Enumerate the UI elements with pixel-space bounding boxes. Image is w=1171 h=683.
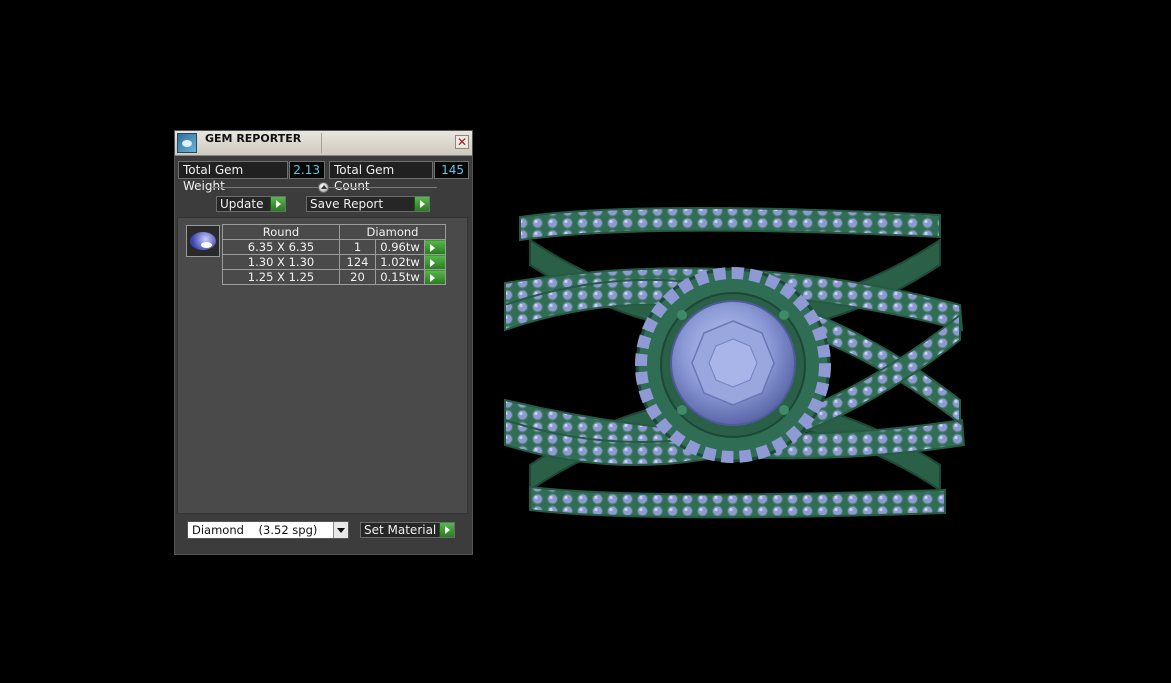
gem-reporter-panel: GEM REPORTER ✕ Total Gem Weight 2.13 Tot… [174, 130, 473, 555]
gem-weight: 0.15tw [375, 269, 425, 285]
play-arrow-icon[interactable] [424, 239, 446, 255]
gem-size: 1.25 X 1.25 [222, 269, 340, 285]
gem-list: Round Diamond 6.35 X 6.35 1 0.96tw 1.30 … [177, 217, 468, 514]
material-select[interactable]: Diamond (3.52 spg) [187, 521, 349, 539]
set-material-button[interactable]: Set Material [360, 522, 455, 538]
gem-count: 124 [339, 254, 376, 270]
titlebar[interactable]: GEM REPORTER ✕ [175, 131, 472, 156]
dropdown-arrow-icon[interactable] [333, 522, 348, 538]
table-row[interactable]: 1.25 X 1.25 20 0.15tw [222, 269, 446, 285]
header-material: Diamond [339, 224, 446, 240]
total-gem-weight-label: Total Gem Weight [178, 161, 288, 193]
material-select-value: Diamond (3.52 spg) [192, 523, 318, 537]
gem-count: 1 [339, 239, 376, 255]
header-shape: Round [222, 224, 340, 240]
gem-reporter-app-icon [177, 133, 197, 153]
close-icon[interactable]: ✕ [455, 135, 469, 149]
gem-table: Round Diamond 6.35 X 6.35 1 0.96tw 1.30 … [222, 224, 446, 285]
ring-3d-render[interactable] [500, 205, 970, 525]
panel-title: GEM REPORTER [205, 132, 302, 145]
titlebar-separator [321, 133, 322, 153]
total-gem-count-label: Total Gem Count [329, 161, 433, 193]
table-row[interactable]: 6.35 X 6.35 1 0.96tw [222, 239, 446, 255]
gem-size: 1.30 X 1.30 [222, 254, 340, 270]
play-arrow-icon [270, 197, 285, 211]
gem-weight: 0.96tw [375, 239, 425, 255]
save-report-button-label: Save Report [310, 197, 384, 211]
total-gem-count-value: 145 [434, 161, 469, 179]
center-stone-setting [635, 267, 831, 463]
set-material-button-label: Set Material [364, 523, 437, 537]
table-row[interactable]: 1.30 X 1.30 124 1.02tw [222, 254, 446, 270]
total-gem-weight-value: 2.13 [289, 161, 325, 179]
play-arrow-icon [439, 523, 454, 537]
gem-count: 20 [339, 269, 376, 285]
gem-table-header: Round Diamond [222, 224, 446, 240]
update-button-label: Update [220, 197, 264, 211]
gem-weight: 1.02tw [375, 254, 425, 270]
save-report-button[interactable]: Save Report [306, 196, 430, 212]
collapse-knob-icon[interactable] [318, 182, 329, 193]
play-arrow-icon [414, 197, 429, 211]
play-arrow-icon[interactable] [424, 254, 446, 270]
update-button[interactable]: Update [216, 196, 286, 212]
gem-size: 6.35 X 6.35 [222, 239, 340, 255]
play-arrow-icon[interactable] [424, 269, 446, 285]
round-gem-icon[interactable] [186, 225, 220, 257]
